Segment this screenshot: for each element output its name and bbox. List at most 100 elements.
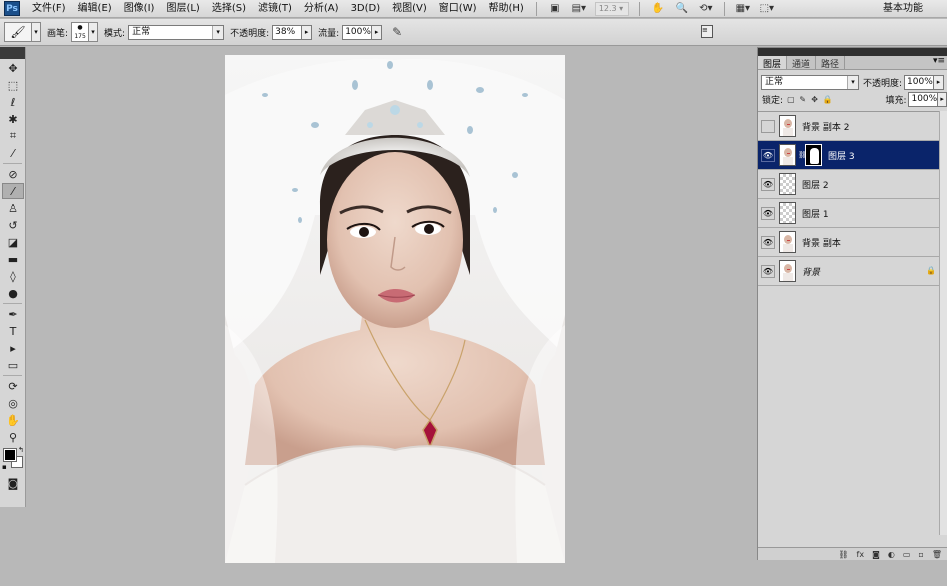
- link-layers-icon[interactable]: ⛓: [838, 550, 848, 559]
- mode-select[interactable]: 正常 ▾: [128, 24, 225, 40]
- new-group-icon[interactable]: ▭: [903, 550, 911, 559]
- hand-tool-icon[interactable]: ✋: [650, 2, 666, 16]
- panel-menu-icon[interactable]: ▾≡: [933, 56, 945, 66]
- gradient-tool-icon[interactable]: ▬: [2, 251, 24, 267]
- eye-icon[interactable]: 👁: [761, 264, 775, 278]
- opacity-field[interactable]: 38%: [272, 24, 303, 40]
- fill-field[interactable]: 100%: [908, 91, 939, 107]
- adjustment-layer-icon[interactable]: ◐: [888, 550, 895, 559]
- 3d-orbit-icon[interactable]: ◎: [2, 395, 24, 411]
- brush-panel-icon[interactable]: ≡: [701, 25, 713, 38]
- lasso-tool-icon[interactable]: ℓ: [2, 94, 24, 110]
- dodge-tool-icon[interactable]: ●: [2, 285, 24, 301]
- visibility-toggle[interactable]: [761, 119, 775, 133]
- healing-brush-icon[interactable]: ⊘: [2, 166, 24, 182]
- rotate-view-icon[interactable]: ⟲▾: [698, 2, 714, 16]
- menu-layer[interactable]: 图层(L): [160, 0, 205, 18]
- swap-colors-icon[interactable]: ↰: [18, 446, 24, 454]
- bridge-icon[interactable]: ▣: [547, 2, 563, 16]
- tab-channels[interactable]: 通道: [787, 56, 817, 70]
- zoom-level-field[interactable]: 12.3 ▾: [594, 1, 629, 16]
- layer-style-icon[interactable]: fx: [857, 550, 865, 559]
- menu-view[interactable]: 视图(V): [386, 0, 433, 18]
- tool-preset-dropdown[interactable]: ▾: [32, 22, 41, 42]
- layer-row[interactable]: 👁 背景 副本: [758, 228, 947, 257]
- brush-picker[interactable]: ● 175: [71, 22, 90, 42]
- zoom-tool-icon[interactable]: 🔍: [674, 2, 690, 16]
- quick-mask-icon[interactable]: ◙: [2, 475, 24, 491]
- fill-toggle[interactable]: ▸: [938, 91, 947, 107]
- eraser-tool-icon[interactable]: ◪: [2, 234, 24, 250]
- document-canvas[interactable]: [225, 55, 565, 563]
- clone-stamp-icon[interactable]: ♙: [2, 200, 24, 216]
- menu-select[interactable]: 选择(S): [206, 0, 252, 18]
- layers-panel-titlebar[interactable]: [758, 48, 947, 56]
- 3d-rotate-icon[interactable]: ⟳: [2, 378, 24, 394]
- menu-file[interactable]: 文件(F): [26, 0, 72, 18]
- brush-tool-icon[interactable]: ⁄: [2, 183, 24, 199]
- layer-thumbnail: [779, 115, 796, 137]
- tab-layers[interactable]: 图层: [758, 56, 788, 70]
- layer-row[interactable]: 👁 图层 1: [758, 199, 947, 228]
- flow-slider-toggle[interactable]: ▸: [372, 24, 383, 40]
- lock-pixels-icon[interactable]: ✎: [799, 95, 807, 104]
- layer-opacity-toggle[interactable]: ▸: [934, 74, 945, 90]
- link-icon[interactable]: ⛓: [798, 151, 807, 159]
- tools-panel-header[interactable]: [0, 47, 25, 59]
- menu-filter[interactable]: 滤镜(T): [252, 0, 298, 18]
- eyedropper-tool-icon[interactable]: ⁄: [2, 145, 24, 161]
- lock-position-icon[interactable]: ✥: [811, 95, 819, 104]
- new-layer-icon[interactable]: ▫: [918, 550, 923, 559]
- menu-window[interactable]: 窗口(W): [433, 0, 483, 18]
- workspace-switcher[interactable]: 基本功能: [877, 0, 929, 18]
- shape-tool-icon[interactable]: ▭: [2, 357, 24, 373]
- magic-wand-icon[interactable]: ✱: [2, 111, 24, 127]
- menu-image[interactable]: 图像(I): [118, 0, 161, 18]
- lock-all-icon[interactable]: 🔒: [822, 95, 832, 104]
- layer-row[interactable]: 👁 图层 2: [758, 170, 947, 199]
- eye-icon[interactable]: 👁: [761, 148, 775, 162]
- menu-bar: Ps 文件(F) 编辑(E) 图像(I) 图层(L) 选择(S) 滤镜(T) 分…: [0, 0, 947, 18]
- history-brush-icon[interactable]: ↺: [2, 217, 24, 233]
- layer-mask-thumbnail[interactable]: [805, 144, 822, 166]
- eye-icon[interactable]: 👁: [761, 235, 775, 249]
- eye-icon[interactable]: 👁: [761, 177, 775, 191]
- marquee-tool-icon[interactable]: ⬚: [2, 77, 24, 93]
- pen-tool-icon[interactable]: ✒: [2, 306, 24, 322]
- brush-picker-dropdown[interactable]: ▾: [89, 22, 99, 42]
- flow-field[interactable]: 100%: [342, 24, 373, 40]
- menu-help[interactable]: 帮助(H): [483, 0, 530, 18]
- tool-preset-picker[interactable]: 🖌: [4, 22, 32, 42]
- brush-size-value: 175: [74, 33, 86, 40]
- add-mask-icon[interactable]: ◙: [872, 550, 880, 559]
- arrange-documents-icon[interactable]: ▦▾: [735, 2, 751, 16]
- layer-row-selected[interactable]: 👁 ⛓ 图层 3: [758, 141, 947, 170]
- layers-scrollbar[interactable]: [939, 111, 947, 535]
- menu-analysis[interactable]: 分析(A): [298, 0, 345, 18]
- blur-tool-icon[interactable]: ◊: [2, 268, 24, 284]
- lock-transparency-icon[interactable]: ▢: [787, 95, 795, 104]
- minibridge-icon[interactable]: ▤▾: [571, 2, 587, 16]
- tab-paths[interactable]: 路径: [816, 56, 846, 70]
- zoom-tool-icon[interactable]: ⚲: [2, 429, 24, 445]
- brush-label: 画笔:: [47, 28, 69, 39]
- path-selection-icon[interactable]: ▸: [2, 340, 24, 356]
- eye-icon[interactable]: 👁: [761, 206, 775, 220]
- default-colors-icon[interactable]: ▪: [2, 463, 7, 471]
- layer-row[interactable]: 背景 副本 2: [758, 112, 947, 141]
- hand-tool-icon[interactable]: ✋: [2, 412, 24, 428]
- move-tool-icon[interactable]: ✥: [2, 60, 24, 76]
- menu-edit[interactable]: 编辑(E): [72, 0, 118, 18]
- type-tool-icon[interactable]: T: [2, 323, 24, 339]
- color-swatches: ▪ ↰: [2, 446, 24, 473]
- screen-mode-icon[interactable]: ⬚▾: [759, 2, 775, 16]
- blend-mode-select[interactable]: 正常 ▾: [761, 74, 859, 90]
- trash-icon[interactable]: 🗑: [932, 550, 942, 559]
- layer-opacity-field[interactable]: 100%: [904, 74, 935, 90]
- layer-row[interactable]: 👁 背景 🔒: [758, 257, 947, 286]
- airbrush-icon[interactable]: ✎: [388, 23, 406, 41]
- menu-3d[interactable]: 3D(D): [345, 0, 387, 18]
- crop-tool-icon[interactable]: ⌗: [2, 128, 24, 144]
- opacity-slider-toggle[interactable]: ▸: [302, 24, 313, 40]
- foreground-color[interactable]: [3, 448, 17, 462]
